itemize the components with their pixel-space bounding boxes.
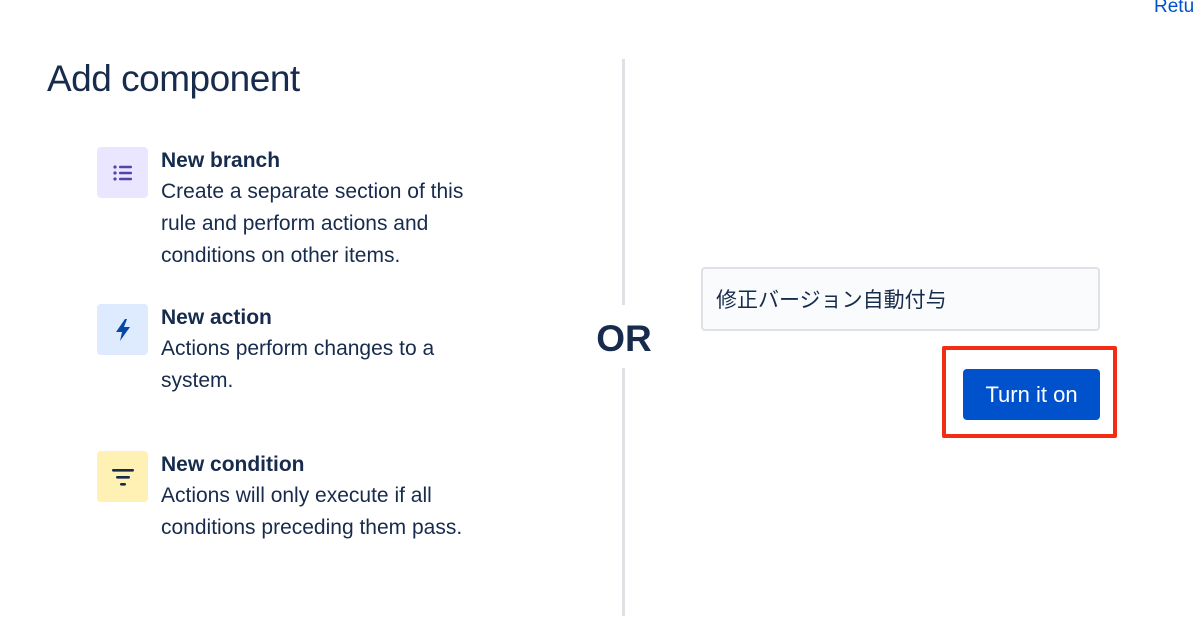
component-new-action[interactable]: New action Actions perform changes to a …	[97, 304, 517, 397]
component-description: Actions will only execute if all conditi…	[161, 484, 463, 539]
component-name: New condition	[161, 453, 305, 476]
vertical-divider-top	[622, 59, 625, 305]
component-name: New branch	[161, 149, 281, 172]
component-description: Create a separate section of this rule a…	[161, 180, 464, 267]
component-description: Actions perform changes to a system.	[161, 337, 435, 392]
filter-icon	[97, 451, 148, 502]
lightning-bolt-icon	[97, 304, 148, 355]
rule-name-input[interactable]	[701, 267, 1100, 331]
page-title: Add component	[47, 58, 300, 99]
return-link[interactable]: Retu	[1154, 0, 1194, 18]
vertical-divider-bottom	[622, 368, 625, 616]
turn-it-on-button[interactable]: Turn it on	[963, 369, 1100, 420]
component-new-condition[interactable]: New condition Actions will only execute …	[97, 451, 517, 544]
add-component-page: Retu Add component New branch Create a s…	[0, 0, 1200, 634]
or-separator: OR	[596, 318, 652, 359]
branch-list-icon	[97, 147, 148, 198]
component-name: New action	[161, 306, 272, 329]
component-new-branch[interactable]: New branch Create a separate section of …	[97, 147, 517, 272]
